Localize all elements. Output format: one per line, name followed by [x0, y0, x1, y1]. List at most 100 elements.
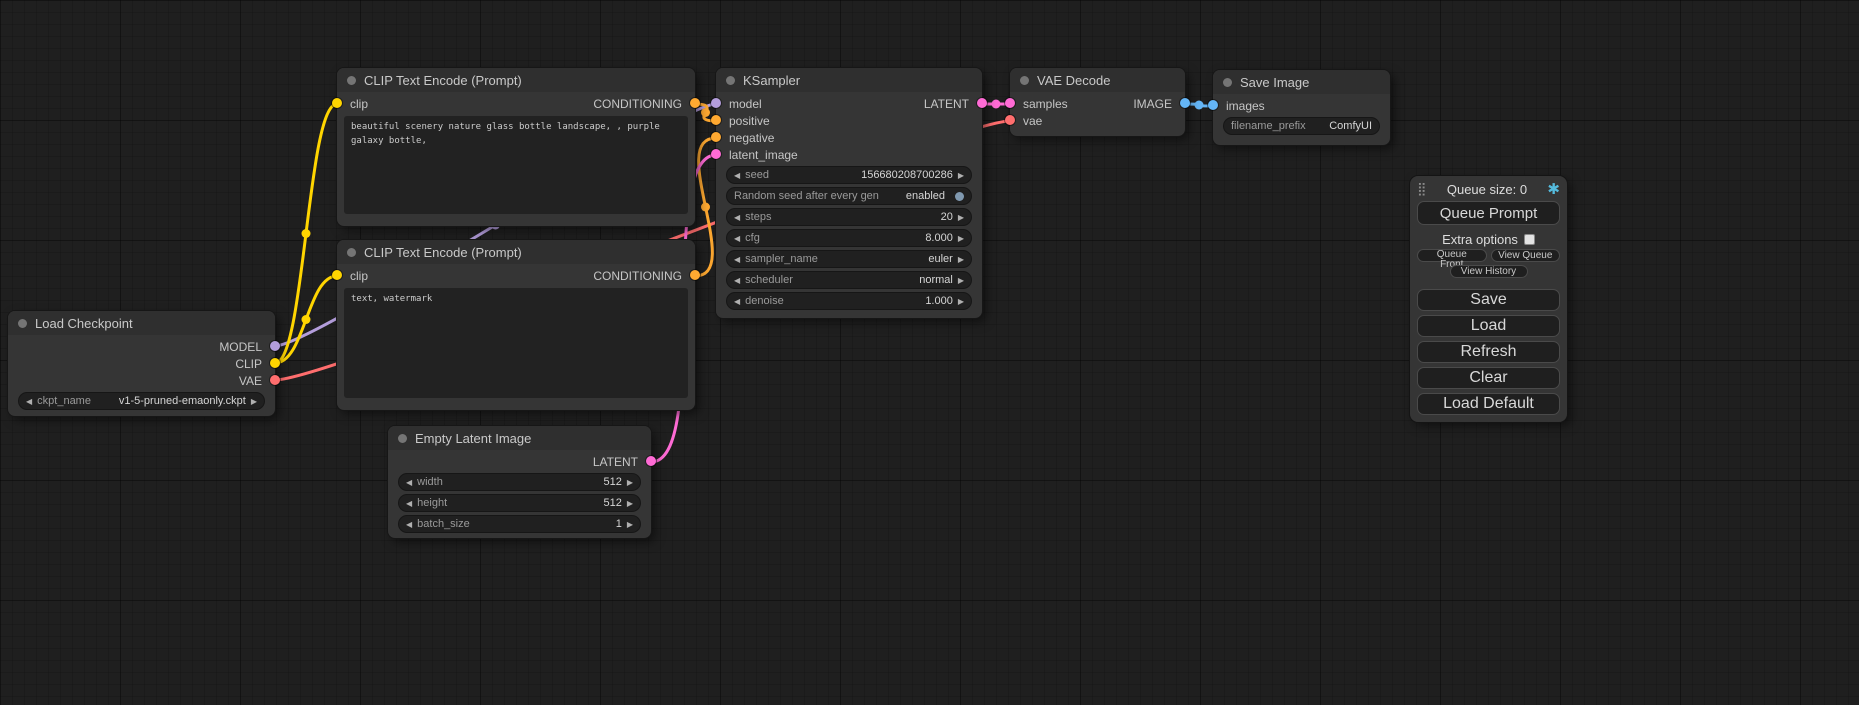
port-vae-output[interactable] — [270, 375, 280, 385]
decrement-arrow-icon[interactable]: ◀ — [734, 213, 740, 222]
drag-handle-icon[interactable]: ⣿ — [1417, 182, 1427, 197]
node-title-bar[interactable]: Save Image — [1213, 70, 1390, 94]
widget-height[interactable]: ◀ height 512 ▶ — [398, 494, 641, 512]
input-slot-images-label: images — [1226, 99, 1265, 113]
node-clip-text-encode-positive[interactable]: CLIP Text Encode (Prompt) clip CONDITION… — [337, 68, 695, 226]
increment-arrow-icon[interactable]: ▶ — [958, 234, 964, 243]
widget-value: normal — [919, 274, 953, 286]
prompt-text-input[interactable]: beautiful scenery nature glass bottle la… — [344, 116, 688, 214]
node-vae-decode[interactable]: VAE Decode samples IMAGE vae — [1010, 68, 1185, 136]
increment-arrow-icon[interactable]: ▶ — [627, 499, 633, 508]
node-title-bar[interactable]: Empty Latent Image — [388, 426, 651, 450]
toggle-dot-icon[interactable] — [955, 192, 964, 201]
collapse-dot-icon[interactable] — [726, 76, 735, 85]
widget-denoise[interactable]: ◀ denoise 1.000 ▶ — [726, 292, 972, 310]
node-title-bar[interactable]: KSampler — [716, 68, 982, 92]
input-slot-negative-label: negative — [729, 131, 774, 145]
widget-cfg[interactable]: ◀ cfg 8.000 ▶ — [726, 229, 972, 247]
widget-value: 1.000 — [925, 295, 953, 307]
port-conditioning-output[interactable] — [690, 270, 700, 280]
node-title-bar[interactable]: Load Checkpoint — [8, 311, 275, 335]
port-clip-output[interactable] — [270, 358, 280, 368]
port-latent-image-input[interactable] — [711, 149, 721, 159]
port-conditioning-output[interactable] — [690, 98, 700, 108]
load-button[interactable]: Load — [1417, 315, 1560, 337]
queue-menu-panel[interactable]: ⣿ Queue size: 0 ✱ Queue Prompt Extra opt… — [1410, 176, 1567, 422]
link-midpoint-dot — [1195, 101, 1204, 110]
node-ksampler[interactable]: KSampler model LATENT positive negative … — [716, 68, 982, 318]
port-images-input[interactable] — [1208, 100, 1218, 110]
increment-arrow-icon[interactable]: ▶ — [958, 297, 964, 306]
widget-value: 156680208700286 — [861, 169, 953, 181]
widget-filename-prefix[interactable]: filename_prefix ComfyUI — [1223, 117, 1380, 135]
widget-value: ComfyUI — [1329, 120, 1372, 132]
node-title-bar[interactable]: VAE Decode — [1010, 68, 1185, 92]
node-empty-latent-image[interactable]: Empty Latent Image LATENT ◀ width 512 ▶ … — [388, 426, 651, 538]
widget-random-seed-toggle[interactable]: Random seed after every gen enabled — [726, 187, 972, 205]
view-queue-button[interactable]: View Queue — [1491, 249, 1561, 262]
port-samples-input[interactable] — [1005, 98, 1015, 108]
widget-width[interactable]: ◀ width 512 ▶ — [398, 473, 641, 491]
increment-arrow-icon[interactable]: ▶ — [627, 478, 633, 487]
node-save-image[interactable]: Save Image images filename_prefix ComfyU… — [1213, 70, 1390, 145]
extra-options-checkbox[interactable] — [1524, 234, 1535, 245]
decrement-arrow-icon[interactable]: ◀ — [734, 234, 740, 243]
node-title-bar[interactable]: CLIP Text Encode (Prompt) — [337, 68, 695, 92]
widget-steps[interactable]: ◀ steps 20 ▶ — [726, 208, 972, 226]
increment-arrow-icon[interactable]: ▶ — [958, 171, 964, 180]
view-history-button[interactable]: View History — [1450, 265, 1528, 278]
link-midpoint-dot — [701, 108, 710, 117]
increment-arrow-icon[interactable]: ▶ — [958, 276, 964, 285]
decrement-arrow-icon[interactable]: ◀ — [406, 478, 412, 487]
widget-label: ckpt_name — [37, 395, 91, 407]
queue-front-button[interactable]: Queue Front — [1417, 249, 1487, 262]
widget-value: enabled — [906, 190, 945, 202]
port-clip-input[interactable] — [332, 270, 342, 280]
port-image-output[interactable] — [1180, 98, 1190, 108]
increment-arrow-icon[interactable]: ▶ — [251, 397, 257, 406]
increment-arrow-icon[interactable]: ▶ — [958, 213, 964, 222]
widget-label: filename_prefix — [1231, 120, 1306, 132]
widget-ckpt-name[interactable]: ◀ ckpt_name v1-5-pruned-emaonly.ckpt ▶ — [18, 392, 265, 410]
widget-sampler-name[interactable]: ◀ sampler_name euler ▶ — [726, 250, 972, 268]
increment-arrow-icon[interactable]: ▶ — [627, 520, 633, 529]
port-model-input[interactable] — [711, 98, 721, 108]
widget-batch-size[interactable]: ◀ batch_size 1 ▶ — [398, 515, 641, 533]
collapse-dot-icon[interactable] — [1020, 76, 1029, 85]
collapse-dot-icon[interactable] — [18, 319, 27, 328]
settings-gear-icon[interactable]: ✱ — [1547, 180, 1560, 198]
decrement-arrow-icon[interactable]: ◀ — [406, 499, 412, 508]
node-clip-text-encode-negative[interactable]: CLIP Text Encode (Prompt) clip CONDITION… — [337, 240, 695, 410]
widget-seed[interactable]: ◀ seed 156680208700286 ▶ — [726, 166, 972, 184]
input-slot-vae-label: vae — [1023, 114, 1042, 128]
node-graph-canvas[interactable]: Load Checkpoint MODEL CLIP VAE ◀ ckpt_na… — [0, 0, 1859, 705]
port-vae-input[interactable] — [1005, 115, 1015, 125]
clear-button[interactable]: Clear — [1417, 367, 1560, 389]
widget-value: 1 — [616, 518, 622, 530]
port-negative-input[interactable] — [711, 132, 721, 142]
port-positive-input[interactable] — [711, 115, 721, 125]
collapse-dot-icon[interactable] — [347, 76, 356, 85]
collapse-dot-icon[interactable] — [398, 434, 407, 443]
collapse-dot-icon[interactable] — [1223, 78, 1232, 87]
decrement-arrow-icon[interactable]: ◀ — [406, 520, 412, 529]
decrement-arrow-icon[interactable]: ◀ — [734, 276, 740, 285]
node-title-bar[interactable]: CLIP Text Encode (Prompt) — [337, 240, 695, 264]
port-model-output[interactable] — [270, 341, 280, 351]
prompt-text-input[interactable]: text, watermark — [344, 288, 688, 398]
decrement-arrow-icon[interactable]: ◀ — [734, 255, 740, 264]
port-latent-output[interactable] — [646, 456, 656, 466]
port-clip-input[interactable] — [332, 98, 342, 108]
increment-arrow-icon[interactable]: ▶ — [958, 255, 964, 264]
refresh-button[interactable]: Refresh — [1417, 341, 1560, 363]
decrement-arrow-icon[interactable]: ◀ — [734, 297, 740, 306]
collapse-dot-icon[interactable] — [347, 248, 356, 257]
widget-scheduler[interactable]: ◀ scheduler normal ▶ — [726, 271, 972, 289]
save-button[interactable]: Save — [1417, 289, 1560, 311]
queue-prompt-button[interactable]: Queue Prompt — [1417, 201, 1560, 225]
load-default-button[interactable]: Load Default — [1417, 393, 1560, 415]
decrement-arrow-icon[interactable]: ◀ — [26, 397, 32, 406]
port-latent-output[interactable] — [977, 98, 987, 108]
decrement-arrow-icon[interactable]: ◀ — [734, 171, 740, 180]
node-load-checkpoint[interactable]: Load Checkpoint MODEL CLIP VAE ◀ ckpt_na… — [8, 311, 275, 416]
